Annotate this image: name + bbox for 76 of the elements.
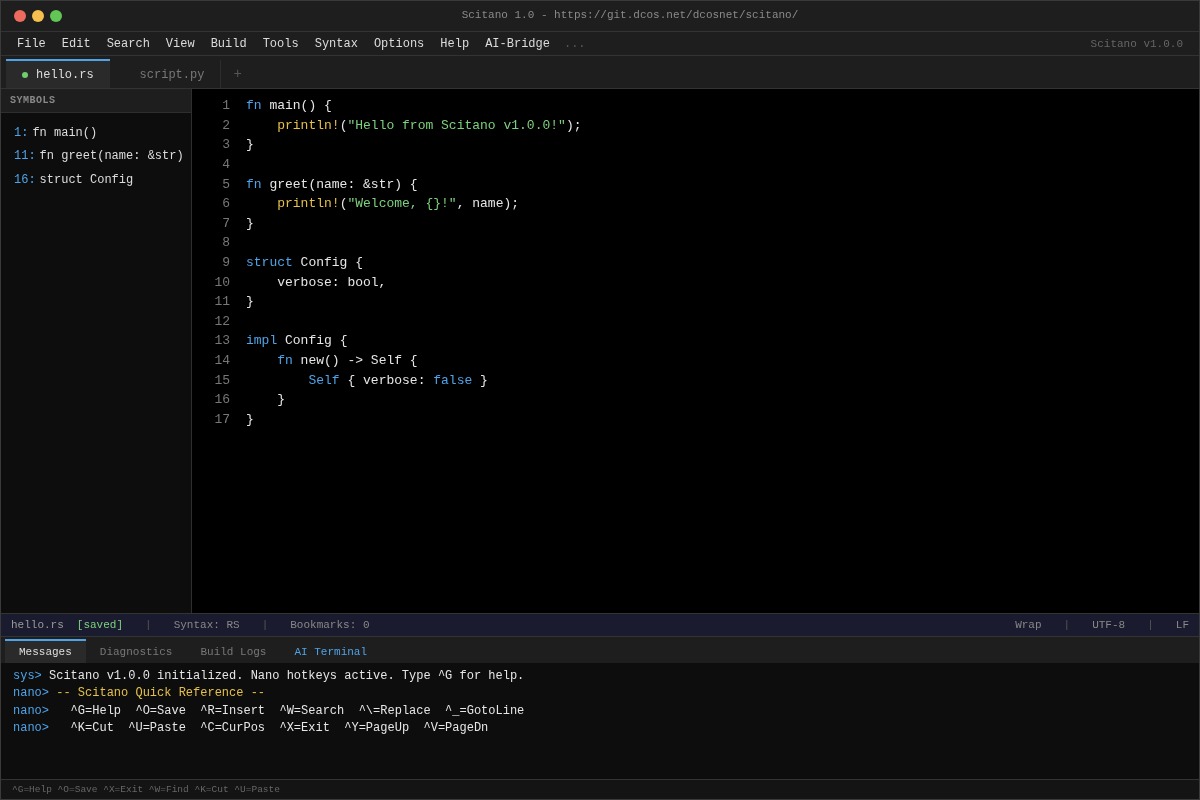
symbol-item[interactable]: 1: fn main() — [14, 121, 191, 145]
code-line: println!("Hello from Scitano v1.0.0!"); — [277, 117, 582, 133]
prompt-label: sys> — [13, 668, 42, 683]
file-tab[interactable]: script.py — [109, 59, 222, 88]
status-item: Bookmarks: 0 — [290, 619, 370, 631]
panel-tab[interactable]: Build Logs — [186, 639, 281, 663]
file-name: hello.rs — [11, 619, 64, 631]
code-line: fn greet(name: &str) { — [246, 176, 418, 192]
line-number: 6 — [221, 196, 230, 212]
panel-tab[interactable]: Diagnostics — [85, 639, 187, 663]
code-line: verbose: bool, — [277, 274, 387, 290]
menu-item[interactable]: File — [9, 36, 54, 51]
menu-item[interactable]: AI-Bridge — [477, 36, 558, 51]
separator: | — [1146, 619, 1155, 631]
shortcut-hint: ^G=Help ^O=Save ^X=Exit ^W=Find ^K=Cut ^U=Paste — [12, 784, 280, 795]
status-item: UTF-8 — [1092, 619, 1126, 631]
status-item: Syntax: RS — [173, 619, 240, 631]
line-number: 2 — [221, 117, 230, 133]
line-number: 12 — [213, 313, 230, 329]
version-label: Scitano v1.0.0 — [1090, 37, 1184, 50]
separator: | — [260, 619, 270, 631]
message-text: -- Scitano Quick Reference -- — [56, 686, 266, 701]
status-item: Wrap — [1015, 619, 1042, 631]
menu-item[interactable]: Options — [365, 36, 433, 51]
line-number: 16 — [213, 392, 230, 408]
menu-item[interactable]: Search — [98, 36, 158, 51]
message-text: ^K=Cut ^U=Paste ^C=CurPos ^X=Exit ^Y=PageUp ^V=PageDn — [69, 721, 489, 736]
menu-item[interactable]: Build — [202, 36, 255, 51]
menu-item[interactable]: View — [157, 36, 203, 51]
symbol-item[interactable]: 11: fn greet(name: &str) — [14, 144, 191, 168]
line-number: 13 — [213, 333, 230, 349]
code-line: } — [277, 392, 285, 408]
code-line: } — [246, 137, 254, 153]
menu-item[interactable]: Edit — [53, 36, 99, 51]
line-number: 9 — [221, 255, 230, 271]
separator: | — [1062, 619, 1072, 631]
line-number: 11 — [213, 294, 230, 310]
code-line: println!("Welcome, {}!", name); — [277, 196, 520, 212]
saved-status: [saved] — [76, 619, 124, 631]
menu-item[interactable]: Tools — [254, 36, 307, 51]
code-line: } — [246, 294, 254, 310]
code-line: fn new() -> Self { — [277, 353, 418, 368]
separator: | — [144, 619, 153, 631]
status-item: LF — [1175, 619, 1189, 631]
line-number: 8 — [221, 235, 230, 251]
code-line: Self { verbose: false } — [308, 372, 488, 388]
message-text: ^G=Help ^O=Save ^R=Insert ^W=Search ^\=Replace ^_=GotoLine — [69, 703, 525, 718]
code-line: } — [246, 411, 254, 427]
window-title: Scitano 1.0 - https://git.dcos.net/dcosnet/scitano/ — [461, 9, 799, 21]
minimize-icon[interactable] — [32, 10, 44, 22]
code-line: } — [246, 215, 254, 231]
code-line: impl Config { — [246, 333, 348, 349]
panel-tab[interactable]: AI Terminal — [280, 639, 382, 663]
line-number: 5 — [221, 176, 230, 192]
prompt-label: nano> — [13, 721, 49, 736]
line-number: 4 — [221, 157, 230, 173]
panel-tab[interactable]: Messages — [5, 639, 86, 663]
line-number: 15 — [213, 372, 230, 388]
symbol-item[interactable]: 16: struct Config — [14, 168, 191, 192]
message-text: Scitano v1.0.0 initialized. Nano hotkeys active. Type ^G for help. — [49, 668, 525, 683]
close-icon[interactable] — [14, 10, 26, 22]
line-number: 7 — [221, 215, 230, 231]
panel-heading: SYMBOLS — [1, 89, 191, 113]
code-line: struct Config { — [246, 255, 364, 271]
maximize-icon[interactable] — [50, 10, 62, 22]
line-number: 14 — [213, 353, 230, 368]
prompt-label: nano> — [13, 686, 49, 701]
code-line: fn main() { — [246, 98, 332, 114]
file-tab[interactable]: hello.rs — [6, 59, 110, 88]
prompt-label: nano> — [13, 703, 49, 718]
line-number: 10 — [213, 274, 230, 290]
line-number: 17 — [213, 411, 230, 427]
menu-item[interactable]: Help — [432, 36, 478, 51]
menu-item[interactable]: Syntax — [306, 36, 366, 51]
line-number: 3 — [221, 137, 230, 153]
line-number: 1 — [221, 98, 230, 114]
